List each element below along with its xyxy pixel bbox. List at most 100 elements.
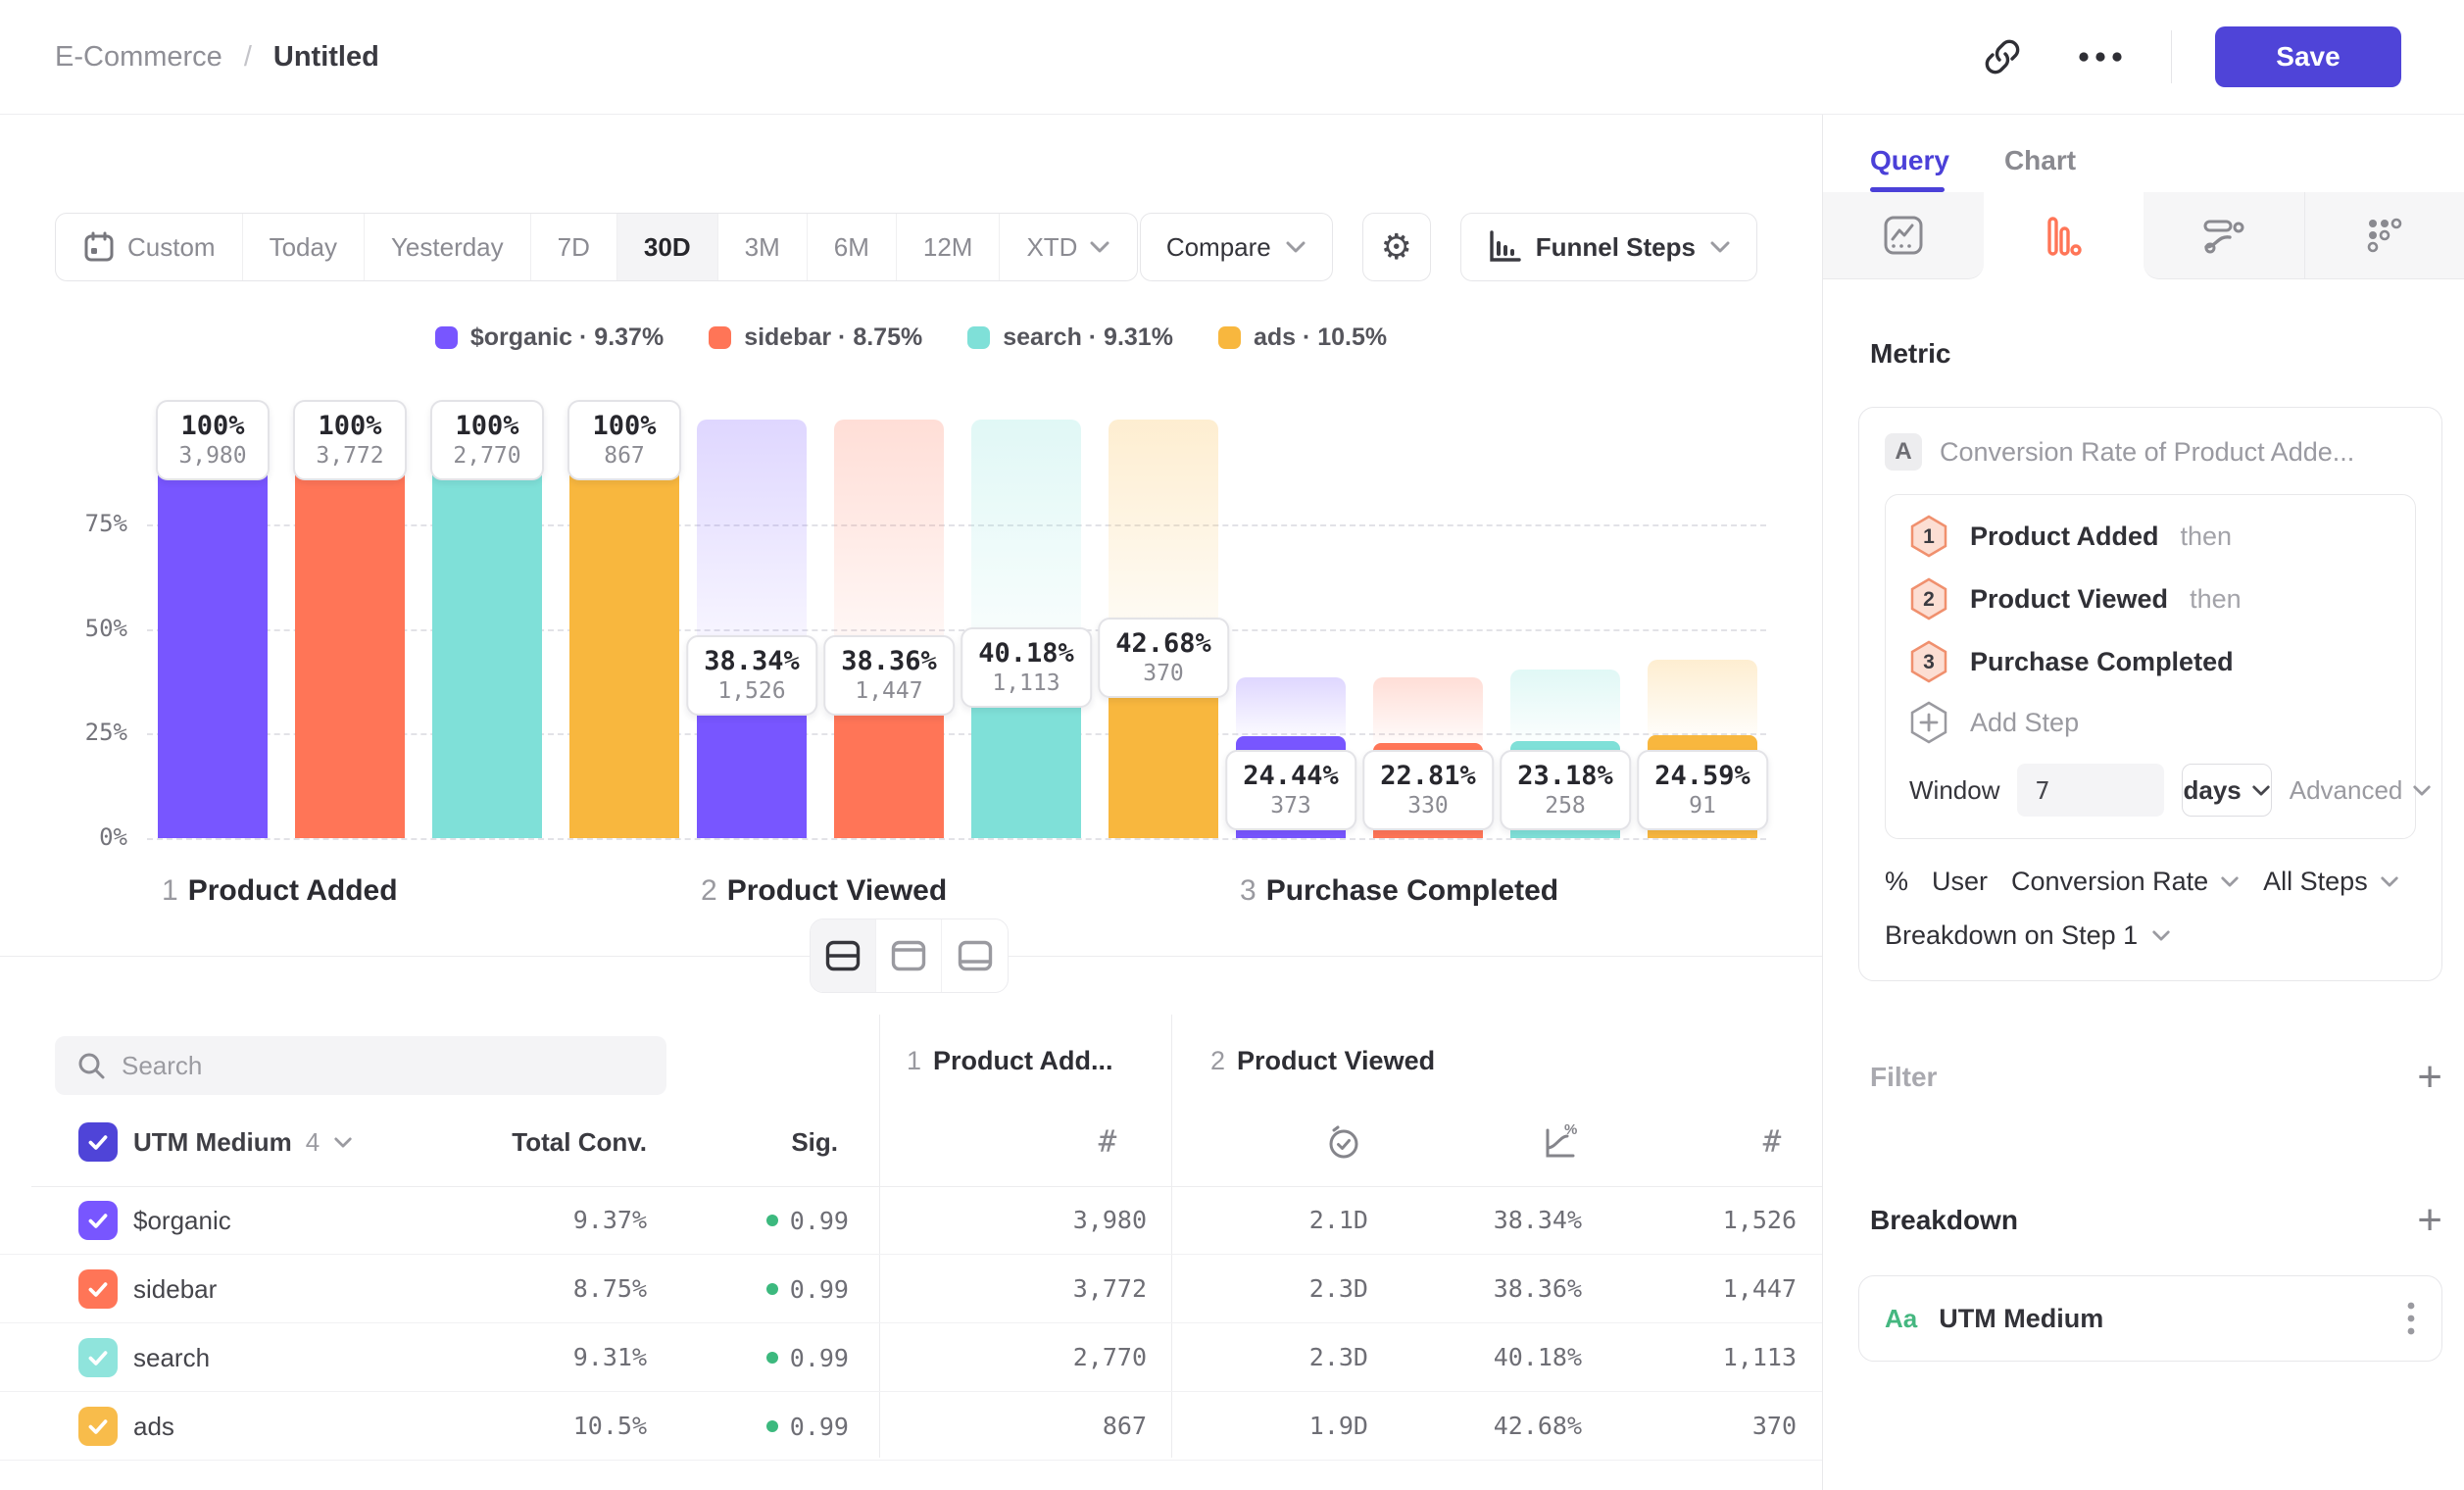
funnel-bar-ads-step1[interactable]: [569, 420, 679, 838]
query-step-2[interactable]: 2Product Viewedthen: [1909, 568, 2391, 630]
range-6m[interactable]: 6M: [808, 214, 897, 280]
chart-top-layout-icon: [891, 940, 926, 971]
step-then-label: then: [2181, 522, 2233, 552]
range-12m[interactable]: 12M: [897, 214, 1001, 280]
table-row-sidebar[interactable]: sidebar0.998.75%3,7722.3D38.36%1,447: [0, 1255, 1822, 1323]
measure-type[interactable]: %: [1885, 867, 1908, 897]
funnel-bar-organic-step1[interactable]: [158, 420, 268, 838]
save-button[interactable]: Save: [2215, 26, 2401, 87]
breakdown-item[interactable]: Aa UTM Medium: [1858, 1275, 2442, 1362]
measure-entity[interactable]: User: [1932, 867, 1988, 897]
bar-value-label: 100%867: [567, 400, 681, 480]
metric-card: A Conversion Rate of Product Adde... 1 Pr…: [1858, 407, 2442, 981]
cell-step2_time: 2.3D: [1123, 1323, 1368, 1392]
compare-button[interactable]: Compare: [1140, 213, 1333, 281]
chart-settings-button[interactable]: ⚙: [1362, 213, 1431, 281]
layout-chart-bottom-button[interactable]: [942, 919, 1008, 992]
significance-value: 0.99: [790, 1413, 849, 1441]
search-input[interactable]: [122, 1051, 631, 1081]
range-label: 12M: [923, 232, 973, 263]
table-row-ads[interactable]: ads0.9910.5%8671.9D42.68%370: [0, 1392, 1822, 1461]
query-step-3[interactable]: 3Purchase Completed: [1909, 630, 2391, 693]
measurement-row: % User Conversion Rate All Steps: [1885, 867, 2416, 897]
bar-percent: 23.18%: [1517, 761, 1613, 791]
retention-report-tab[interactable]: [2304, 192, 2464, 279]
dropoff-ghost: [1373, 677, 1483, 742]
more-menu-button[interactable]: [2073, 29, 2128, 84]
significance-dot: [766, 1215, 778, 1226]
funnel-bar-search-step1[interactable]: [432, 420, 542, 838]
share-link-button[interactable]: [1975, 29, 2030, 84]
range-30d[interactable]: 30D: [617, 214, 718, 280]
range-label: 30D: [644, 232, 691, 263]
significance-dot: [766, 1283, 778, 1295]
count-icon[interactable]: #: [1083, 1120, 1132, 1164]
step-number: 2: [701, 874, 717, 907]
row-name: search: [133, 1323, 210, 1392]
kebab-menu-icon[interactable]: [2406, 1299, 2416, 1338]
cell-step2_count: 370: [1552, 1392, 1797, 1461]
funnels-report-tab[interactable]: [1984, 192, 2144, 279]
bar-percent: 24.44%: [1243, 761, 1339, 791]
time-to-convert-icon[interactable]: [1319, 1120, 1368, 1164]
layout-split-button[interactable]: [811, 919, 876, 992]
measure-metric-select[interactable]: Conversion Rate: [2011, 867, 2240, 897]
table-search[interactable]: [55, 1036, 666, 1095]
sig-column-header[interactable]: Sig.: [593, 1122, 838, 1162]
bar-value-label: 24.59%91: [1637, 750, 1768, 830]
check-icon: [85, 1414, 111, 1439]
bar-percent: 100%: [585, 411, 664, 441]
add-breakdown-button[interactable]: +: [2417, 1199, 2442, 1242]
cell-step2_count: 1,526: [1552, 1186, 1797, 1255]
select-all-checkbox[interactable]: [78, 1122, 118, 1162]
window-unit-select[interactable]: days: [2182, 764, 2271, 817]
breadcrumb-project[interactable]: E-Commerce: [55, 41, 222, 74]
row-checkbox[interactable]: [78, 1407, 118, 1446]
check-icon: [85, 1208, 111, 1233]
funnel-bar-sidebar-step1[interactable]: [295, 420, 405, 838]
tab-chart[interactable]: Chart: [2004, 145, 2076, 176]
breakdown-property-name: UTM Medium: [1939, 1304, 2385, 1334]
range-today[interactable]: Today: [243, 214, 365, 280]
query-step-1[interactable]: 1 Product Added then: [1909, 505, 2391, 568]
advanced-toggle[interactable]: Advanced: [2290, 775, 2433, 806]
tab-query[interactable]: Query: [1870, 145, 1949, 176]
date-range-toolbar: CustomTodayYesterday7D 30D 3M6M 12M XTD: [55, 213, 1138, 281]
step-event-name: Product Added: [1970, 522, 2159, 552]
layout-chart-top-button[interactable]: [876, 919, 942, 992]
range-xtd[interactable]: XTD: [1000, 214, 1137, 280]
breakdown-on-select[interactable]: Breakdown on Step 1: [1885, 920, 2416, 951]
range-custom[interactable]: Custom: [56, 214, 243, 280]
row-checkbox[interactable]: [78, 1338, 118, 1377]
range-3m[interactable]: 3M: [718, 214, 808, 280]
window-value-input[interactable]: [2017, 764, 2164, 817]
bar-count: 370: [1115, 661, 1211, 686]
chart-type-button[interactable]: Funnel Steps: [1460, 213, 1757, 281]
step-name: Product Add...: [933, 1046, 1113, 1076]
flows-report-tab[interactable]: [2144, 192, 2304, 279]
add-filter-button[interactable]: +: [2417, 1056, 2442, 1099]
row-checkbox[interactable]: [78, 1201, 118, 1240]
breakdown-table: 1 Product Add... 2 Product Viewed UTM Me…: [0, 956, 1822, 1490]
report-title[interactable]: Untitled: [273, 41, 379, 74]
row-checkbox[interactable]: [78, 1269, 118, 1309]
range-yesterday[interactable]: Yesterday: [365, 214, 531, 280]
conversion-rate-icon[interactable]: %: [1536, 1120, 1585, 1164]
group-column-header[interactable]: UTM Medium 4: [133, 1122, 353, 1162]
step-number: 3: [1240, 874, 1257, 907]
step-hex-badge: 3: [1909, 640, 1948, 683]
table-row-organic[interactable]: $organic0.999.37%3,9802.1D38.34%1,526: [0, 1186, 1822, 1255]
count-icon[interactable]: #: [1748, 1120, 1797, 1164]
range-7d[interactable]: 7D: [531, 214, 617, 280]
table-row-search[interactable]: search0.999.31%2,7702.3D40.18%1,113: [0, 1323, 1822, 1392]
svg-text:1: 1: [1923, 525, 1935, 548]
measure-steps-select[interactable]: All Steps: [2263, 867, 2399, 897]
chart-type-label: Funnel Steps: [1536, 232, 1696, 263]
metric-title-row[interactable]: A Conversion Rate of Product Adde...: [1885, 433, 2416, 471]
bar-percent: 100%: [448, 411, 526, 441]
insights-report-tab[interactable]: [1823, 192, 1984, 279]
add-step-button[interactable]: Add Step: [1909, 693, 2391, 752]
significance-value: 0.99: [790, 1275, 849, 1304]
metric-letter-badge: A: [1885, 433, 1922, 471]
bar-count: 3,772: [311, 443, 389, 469]
